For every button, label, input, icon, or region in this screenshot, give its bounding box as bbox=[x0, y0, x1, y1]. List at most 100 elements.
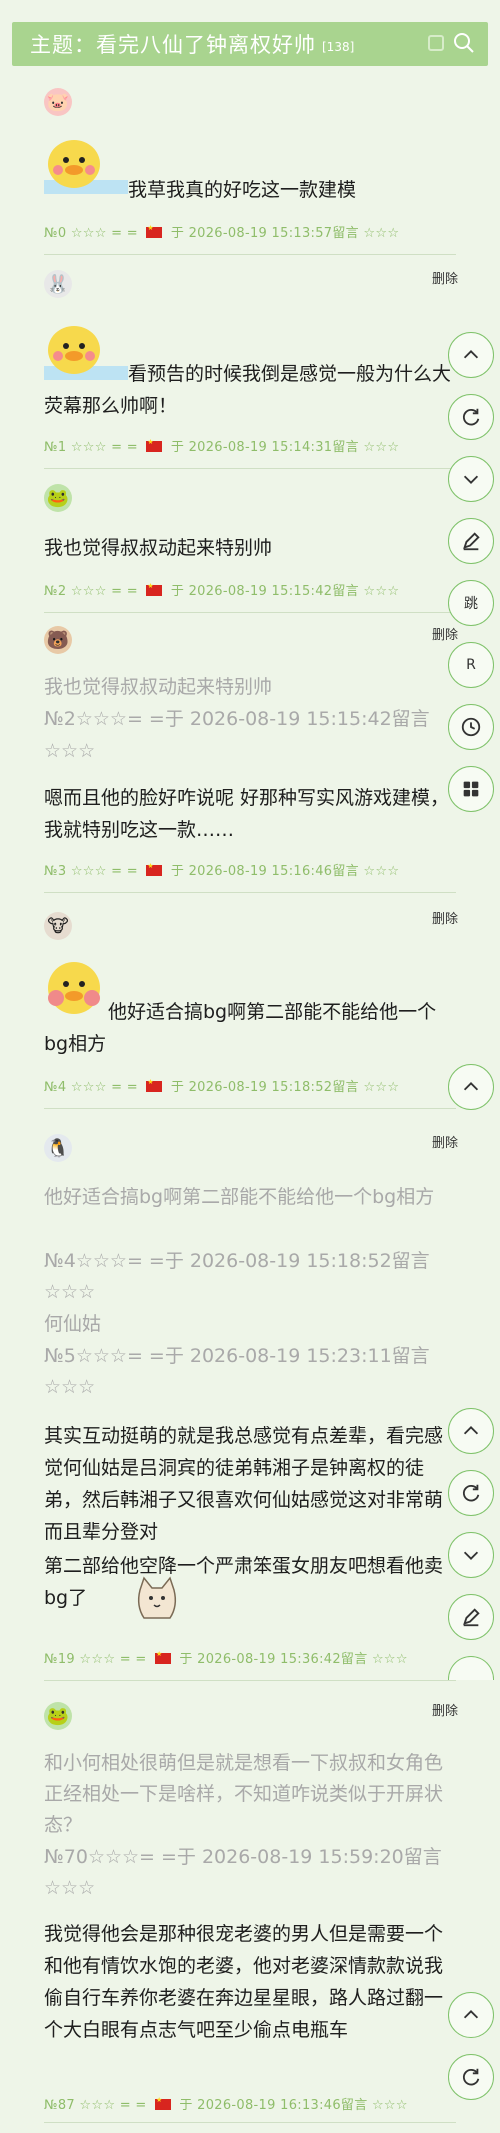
write-reply-button[interactable] bbox=[448, 518, 494, 564]
rating-stars: ☆☆☆ bbox=[70, 864, 107, 879]
penguin-avatar: 🐧 bbox=[44, 1134, 72, 1162]
scroll-up-button[interactable] bbox=[448, 1408, 494, 1454]
rating-stars: ☆☆☆ bbox=[363, 864, 400, 879]
post-number: №19 bbox=[44, 1652, 75, 1667]
clock-icon bbox=[461, 717, 481, 737]
collapse-icon[interactable] bbox=[428, 35, 444, 51]
flag-icon bbox=[154, 1650, 171, 1664]
flag-icon bbox=[146, 862, 163, 876]
delete-button[interactable]: 删除 bbox=[432, 1700, 458, 1719]
post-text: 他好适合搞bg啊第二部能不能给他一个bg相方 bbox=[44, 1001, 437, 1055]
cat-sticker bbox=[137, 1576, 177, 1619]
scroll-down-button[interactable] bbox=[448, 456, 494, 502]
chevron-down-icon bbox=[463, 1551, 479, 1560]
flag-icon bbox=[146, 1078, 163, 1092]
rating-stars: ☆☆☆ bbox=[363, 584, 400, 599]
post-meta: №0 ☆☆☆ = = 于 2026-08-19 15:13:57留言 ☆☆☆ bbox=[44, 222, 399, 241]
post-meta: №4 ☆☆☆ = = 于 2026-08-19 15:18:52留言 ☆☆☆ bbox=[44, 1076, 399, 1095]
write-reply-button[interactable] bbox=[448, 1594, 494, 1640]
cow-avatar: 🐮 bbox=[44, 912, 72, 940]
post-time: 2026-08-19 15:18:52 bbox=[188, 1080, 333, 1095]
post-meta: №1 ☆☆☆ = = 于 2026-08-19 15:14:31留言 ☆☆☆ bbox=[44, 436, 399, 455]
post-text: 其实互动挺萌的就是我总感觉有点差辈，看完感觉何仙姑是吕洞宾的徒弟韩湘子是钟离权的… bbox=[44, 1425, 444, 1543]
rabbit-avatar: 🐰 bbox=[44, 270, 72, 298]
delete-button[interactable]: 删除 bbox=[432, 908, 458, 927]
pencil-icon bbox=[463, 1608, 480, 1627]
jump-button[interactable]: 跳 bbox=[448, 580, 494, 626]
duck-sticker bbox=[44, 140, 128, 194]
delete-button[interactable]: 删除 bbox=[432, 624, 458, 643]
post-text: 看预告的时候我倒是感觉一般为什么大荧幕那么帅啊！ bbox=[44, 363, 452, 417]
flag-icon bbox=[146, 582, 163, 596]
divider bbox=[44, 892, 456, 893]
jump-label: 跳 bbox=[464, 596, 478, 612]
quoted-stars: ☆☆☆ bbox=[44, 1281, 96, 1303]
post-time: 2026-08-19 15:13:57 bbox=[188, 226, 333, 241]
scroll-up-button[interactable] bbox=[448, 1064, 494, 1110]
divider bbox=[44, 2122, 456, 2123]
partial-button[interactable] bbox=[448, 1656, 494, 1680]
post-text: 我草我真的好吃这一款建模 bbox=[128, 179, 357, 201]
post-meta: №3 ☆☆☆ = = 于 2026-08-19 15:16:46留言 ☆☆☆ bbox=[44, 860, 399, 879]
quoted-stars: ☆☆☆ bbox=[44, 740, 96, 762]
refresh-button[interactable] bbox=[448, 1470, 494, 1516]
scroll-up-button[interactable] bbox=[448, 1992, 494, 2038]
chevron-up-icon bbox=[463, 2010, 479, 2019]
scroll-down-button[interactable] bbox=[448, 1532, 494, 1578]
chevron-up-icon bbox=[463, 1426, 479, 1435]
refresh-icon bbox=[463, 408, 480, 426]
scroll-up-button[interactable] bbox=[448, 332, 494, 378]
post-time: 2026-08-19 15:14:31 bbox=[188, 440, 333, 455]
post-text: 我也觉得叔叔动起来特别帅 bbox=[44, 537, 273, 559]
topic-header: 主题：看完八仙了钟离权好帅 [138] bbox=[12, 22, 488, 66]
post-number: №0 bbox=[44, 226, 67, 241]
chevron-up-icon bbox=[463, 350, 479, 359]
quoted-text: 何仙姑 bbox=[44, 1313, 102, 1335]
post-meta: №2 ☆☆☆ = = 于 2026-08-19 15:15:42留言 ☆☆☆ bbox=[44, 580, 399, 599]
rating-stars: ☆☆☆ bbox=[371, 2098, 408, 2113]
rating-stars: ☆☆☆ bbox=[363, 226, 400, 241]
r-button[interactable]: R bbox=[448, 642, 494, 688]
rating-stars: ☆☆☆ bbox=[70, 440, 107, 455]
post-time: 2026-08-19 15:15:42 bbox=[188, 584, 333, 599]
post-number: №3 bbox=[44, 864, 67, 879]
post-time: 2026-08-19 15:36:42 bbox=[197, 1652, 341, 1667]
divider bbox=[44, 254, 456, 255]
post-time: 2026-08-19 15:16:46 bbox=[188, 864, 333, 879]
rating-stars: ☆☆☆ bbox=[79, 2098, 116, 2113]
chevron-up-icon bbox=[463, 1082, 479, 1091]
bear-avatar: 🐻 bbox=[44, 626, 72, 654]
rating-stars: ☆☆☆ bbox=[371, 1652, 408, 1667]
post-time: 2026-08-19 16:13:46 bbox=[197, 2098, 341, 2113]
quoted-meta: №4☆☆☆= =于 2026-08-19 15:18:52留言 bbox=[44, 1250, 430, 1272]
quoted-meta: №5☆☆☆= =于 2026-08-19 15:23:11留言 bbox=[44, 1345, 430, 1367]
frog-avatar: 🐸 bbox=[44, 1702, 72, 1730]
search-icon[interactable] bbox=[452, 31, 476, 55]
delete-button[interactable]: 删除 bbox=[432, 1132, 458, 1151]
reply-count: [138] bbox=[322, 40, 355, 54]
rating-stars: ☆☆☆ bbox=[70, 1080, 107, 1095]
post-meta: №87 ☆☆☆ = = 于 2026-08-19 16:13:46留言 ☆☆☆ bbox=[44, 2094, 408, 2113]
quoted-meta: №70☆☆☆= =于 2026-08-19 15:59:20留言☆☆☆ bbox=[44, 1846, 442, 1899]
quoted-stars: ☆☆☆ bbox=[44, 1376, 96, 1398]
post-meta: №19 ☆☆☆ = = 于 2026-08-19 15:36:42留言 ☆☆☆ bbox=[44, 1648, 408, 1667]
grid-menu-button[interactable] bbox=[448, 766, 494, 812]
rating-stars: ☆☆☆ bbox=[79, 1652, 116, 1667]
divider bbox=[44, 468, 456, 469]
history-button[interactable] bbox=[448, 704, 494, 750]
delete-button[interactable]: 删除 bbox=[432, 268, 458, 287]
quoted-text: 我也觉得叔叔动起来特别帅 bbox=[44, 676, 273, 698]
divider bbox=[44, 1108, 456, 1109]
post-number: №87 bbox=[44, 2098, 75, 2113]
topic-title: 主题：看完八仙了钟离权好帅 bbox=[30, 33, 316, 57]
pencil-icon bbox=[463, 532, 480, 551]
rating-stars: ☆☆☆ bbox=[70, 584, 107, 599]
post-text: 嗯而且他的脸好咋说呢 好那种写实风游戏建模，我就特别吃这一款…… bbox=[44, 787, 450, 841]
quoted-text: 和小何相处很萌但是就是想看一下叔叔和女角色正经相处一下是啥样，不知道咋说类似于开… bbox=[44, 1752, 444, 1836]
post-text-continued: 第二部给他空降一个严肃笨蛋女朋友吧想看他卖bg了 bbox=[44, 1550, 464, 1614]
refresh-button[interactable] bbox=[448, 2054, 494, 2100]
post-number: №1 bbox=[44, 440, 67, 455]
flag-icon bbox=[146, 224, 163, 238]
flag-icon bbox=[154, 2096, 171, 2110]
refresh-button[interactable] bbox=[448, 394, 494, 440]
